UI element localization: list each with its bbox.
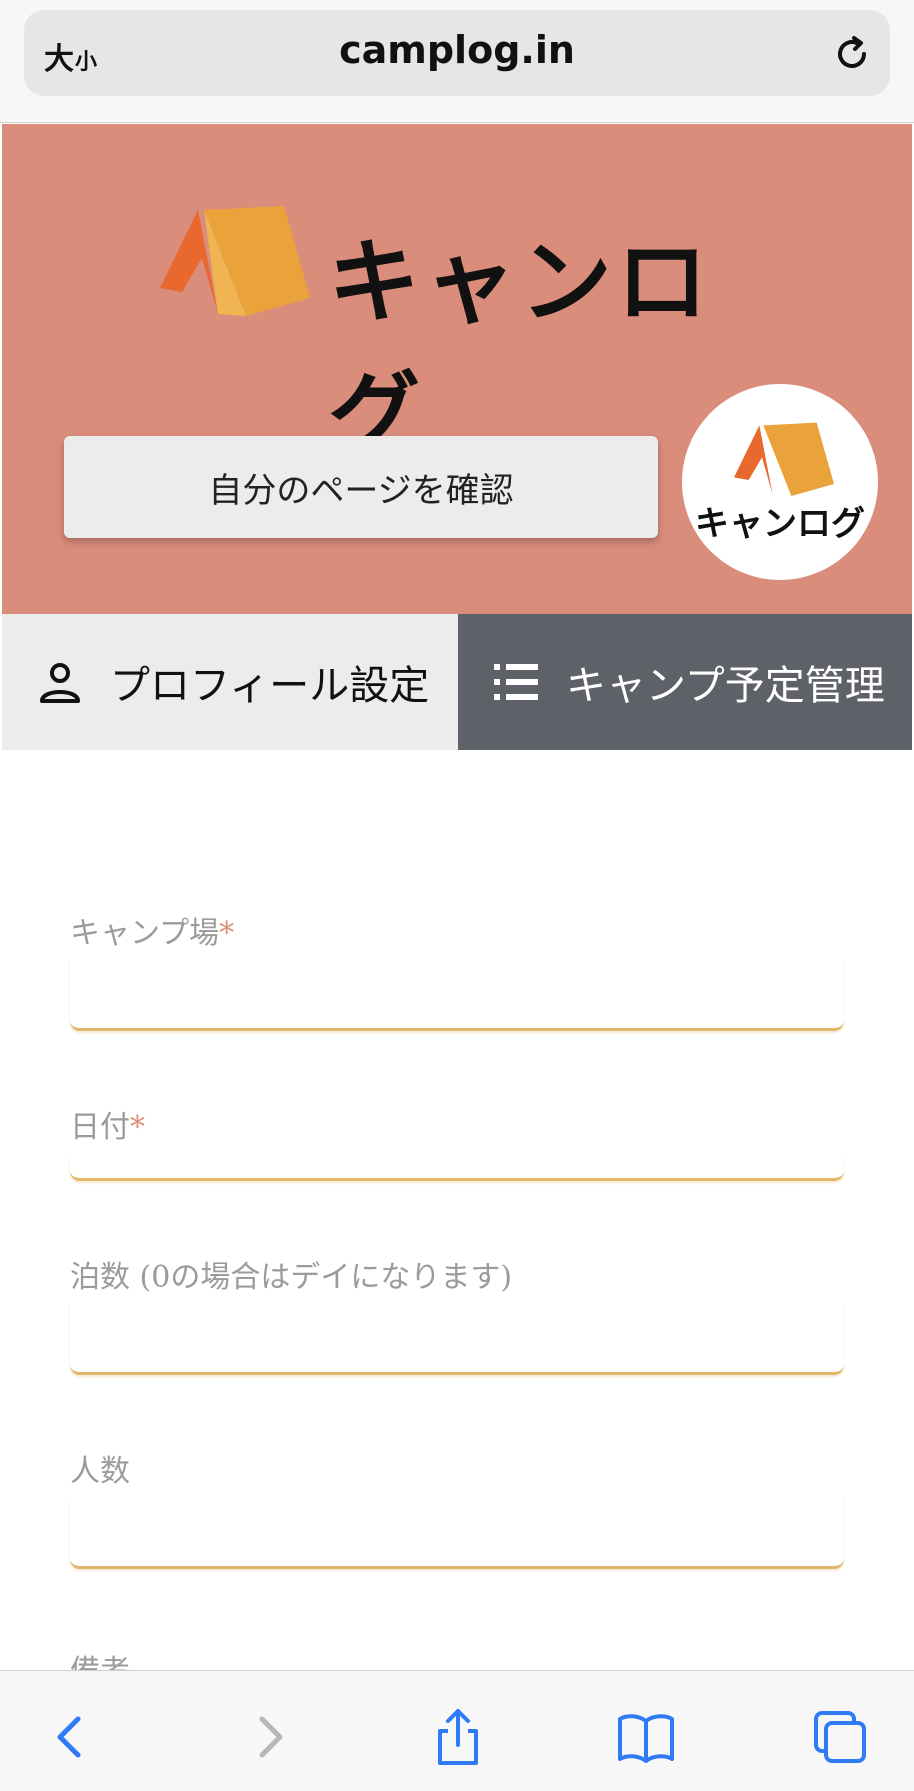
tab-profile-label: プロフィール設定 [110,663,430,709]
tent-logo-icon [160,206,310,316]
campsite-label: キャンプ場* [70,916,235,951]
people-label: 人数 [70,1454,130,1489]
tab-camp-schedule[interactable]: キャンプ予定管理 [458,614,912,750]
site-header: キャンログ 自分のページを確認 キャンログ [2,124,912,614]
share-icon[interactable] [428,1707,488,1767]
bookmarks-icon[interactable] [616,1707,676,1767]
avatar-logo-text: キャンログ [695,504,865,544]
date-input[interactable] [70,1154,844,1181]
person-icon [40,663,80,703]
tab-profile-settings[interactable]: プロフィール設定 [2,614,458,750]
back-icon[interactable] [42,1707,102,1767]
address-bar[interactable]: 大小 camplog.in [24,10,890,96]
campsite-input[interactable] [70,958,844,1031]
date-label: 日付* [70,1110,145,1145]
my-page-button[interactable]: 自分のページを確認 [64,436,658,538]
browser-top-bar: 大小 camplog.in [0,0,914,123]
avatar[interactable]: キャンログ [682,384,878,580]
tab-bar: プロフィール設定 キャンプ予定管理 [2,614,912,750]
avatar-tent-icon [734,422,834,496]
people-input[interactable] [70,1496,844,1569]
tabs-icon[interactable] [810,1707,870,1767]
nights-label: 泊数 (0の場合はデイになります) [70,1260,513,1295]
tab-schedule-label: キャンプ予定管理 [566,663,885,709]
reload-icon[interactable] [830,32,874,76]
site-logo[interactable]: キャンログ [160,202,760,469]
list-icon [494,664,538,700]
browser-bottom-toolbar [0,1670,914,1791]
forward-icon[interactable] [238,1707,298,1767]
url-text[interactable]: camplog.in [24,28,890,72]
nights-input[interactable] [70,1302,844,1375]
